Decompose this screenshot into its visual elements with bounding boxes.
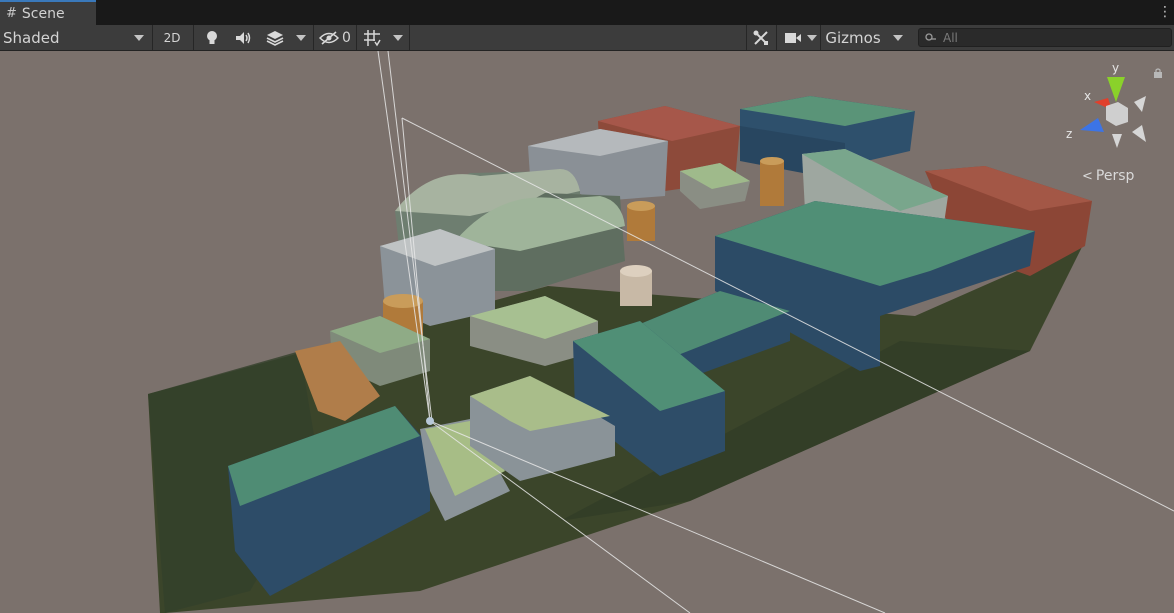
tools-icon xyxy=(753,30,768,45)
scene-grid-icon: # xyxy=(6,6,17,21)
toggle-2d-button[interactable]: 2D xyxy=(156,25,188,50)
gizmos-label: Gizmos xyxy=(825,28,881,47)
persp-icon: < xyxy=(1082,168,1093,184)
search-field[interactable] xyxy=(918,28,1172,47)
chevron-down-icon xyxy=(893,34,903,41)
neg-x-cone xyxy=(1134,96,1146,112)
effects-dropdown[interactable] xyxy=(290,25,312,50)
chevron-down-icon xyxy=(134,34,144,41)
tab-scene-label: Scene xyxy=(21,5,65,22)
neg-y-cone xyxy=(1112,134,1122,148)
eye-hidden-icon xyxy=(319,30,339,45)
camera-icon xyxy=(785,32,801,43)
scene-render xyxy=(148,51,1174,613)
tab-strip: # Scene ⋮ xyxy=(0,0,1174,25)
neg-z-cone xyxy=(1132,125,1146,142)
grid-dropdown[interactable] xyxy=(387,25,409,50)
separator xyxy=(776,25,777,50)
draw-mode-label: Shaded xyxy=(3,28,60,47)
separator xyxy=(820,25,821,50)
grid-snap-icon xyxy=(364,29,381,46)
silo xyxy=(760,161,784,206)
separator xyxy=(356,25,357,50)
gizmos-toggle[interactable]: Gizmos xyxy=(822,25,884,50)
chevron-down-icon xyxy=(807,34,817,41)
camera-origin[interactable] xyxy=(426,417,434,425)
kebab-menu-icon[interactable]: ⋮ xyxy=(1158,4,1172,21)
speaker-icon xyxy=(236,31,251,44)
scene-viewport[interactable]: y x z < Persp xyxy=(0,51,1174,613)
axis-label-y: y xyxy=(1112,61,1119,75)
axis-label-z: z xyxy=(1066,127,1072,141)
search-input[interactable] xyxy=(943,30,1153,45)
effects-layers-icon xyxy=(266,30,284,46)
scene-toolbar: Shaded 2D 0 Gizmos All xyxy=(0,25,1174,51)
axis-label-x: x xyxy=(1084,89,1091,103)
tools-toggle[interactable] xyxy=(748,25,774,50)
grid-toggle[interactable] xyxy=(359,25,385,50)
hidden-objects-toggle[interactable]: 0 xyxy=(316,25,356,50)
silo xyxy=(627,206,655,241)
separator xyxy=(152,25,153,50)
chevron-down-icon xyxy=(393,34,403,41)
separator xyxy=(746,25,747,50)
toggle-2d-label: 2D xyxy=(163,30,181,45)
projection-label: Persp xyxy=(1095,168,1135,184)
effects-toggle[interactable] xyxy=(262,25,288,50)
lightbulb-icon xyxy=(207,30,217,44)
center-cube xyxy=(1106,102,1128,126)
separator xyxy=(409,25,410,50)
lock-icon[interactable] xyxy=(1153,68,1163,78)
y-axis-cone xyxy=(1107,77,1125,102)
chevron-down-icon xyxy=(296,34,306,41)
hidden-count: 0 xyxy=(342,29,351,46)
camera-toggle[interactable] xyxy=(780,25,806,50)
z-axis-cone xyxy=(1080,118,1104,132)
projection-toggle[interactable]: < Persp xyxy=(1082,168,1134,184)
search-icon xyxy=(925,32,936,41)
lighting-toggle[interactable] xyxy=(198,25,226,50)
camera-dropdown[interactable] xyxy=(804,25,820,50)
separator xyxy=(193,25,194,50)
separator xyxy=(313,25,314,50)
gizmos-dropdown[interactable] xyxy=(886,25,910,50)
audio-toggle[interactable] xyxy=(230,25,258,50)
draw-mode-dropdown[interactable]: Shaded xyxy=(0,25,150,50)
tab-scene[interactable]: # Scene xyxy=(0,0,96,25)
